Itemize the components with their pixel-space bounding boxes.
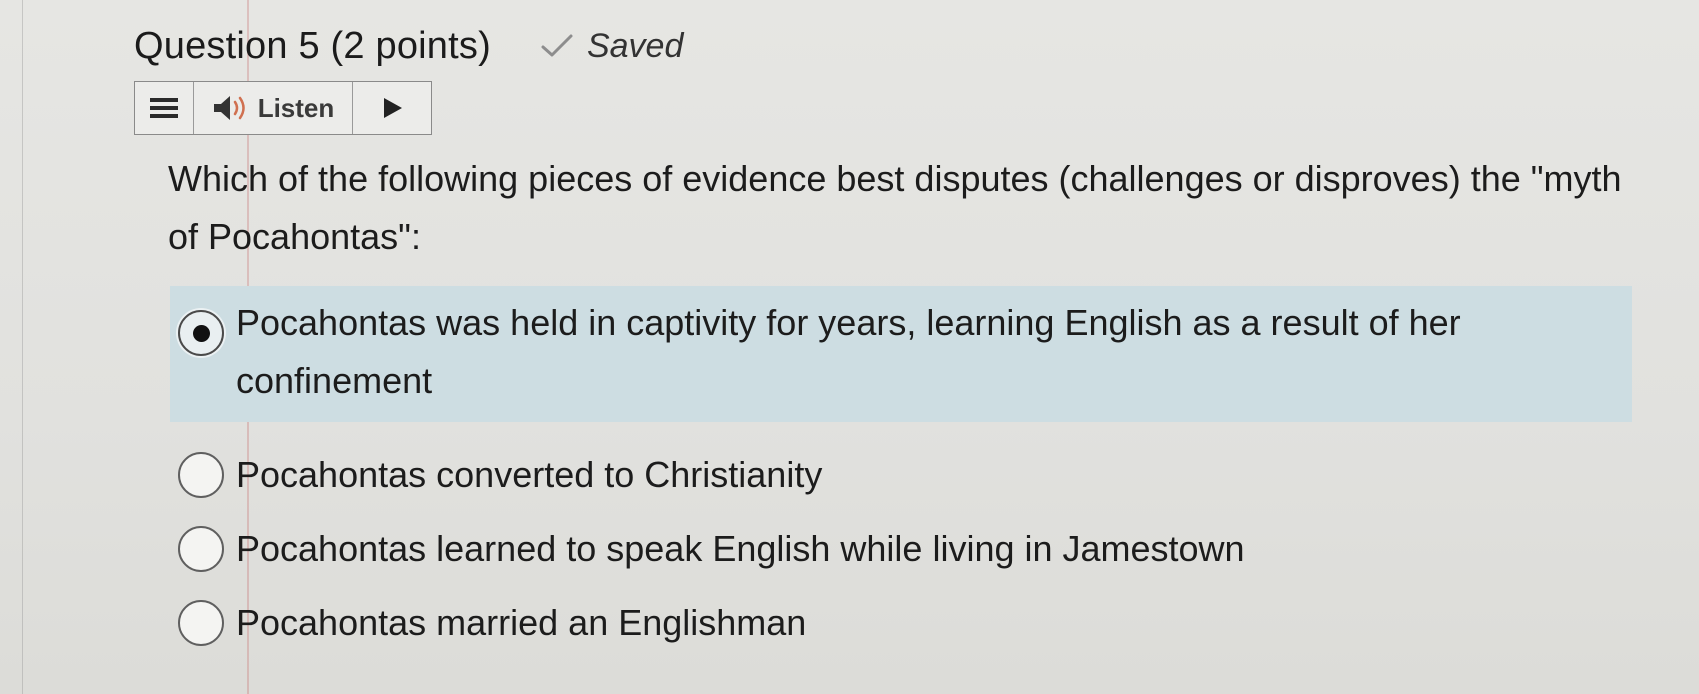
radio-dot [192,324,210,342]
question-title: Question 5 (2 points) [134,24,491,67]
listen-label: Listen [257,92,335,123]
menu-icon [150,98,178,118]
page-left-border [22,0,23,694]
check-icon [541,34,573,57]
listen-button[interactable]: Listen [194,82,353,134]
read-aloud-toolbar: Listen [134,81,432,135]
radio-button-selected[interactable] [178,310,224,356]
radio-button[interactable] [178,526,224,572]
answer-option-4[interactable]: Pocahontas married an Englishman [170,594,1632,652]
radio-button[interactable] [178,452,224,498]
play-button[interactable] [353,82,431,134]
option-label: Pocahontas learned to speak English whil… [236,528,1245,569]
option-label: Pocahontas was held in captivity for yea… [236,302,1461,401]
saved-label: Saved [586,26,684,65]
answer-option-2[interactable]: Pocahontas converted to Christianity [170,446,1632,504]
saved-status: Saved [539,27,683,66]
option-label: Pocahontas married an Englishman [236,602,807,643]
question-prompt: Which of the following pieces of evidenc… [168,158,1622,257]
answer-option-3[interactable]: Pocahontas learned to speak English whil… [170,520,1632,578]
play-icon [384,98,402,118]
answer-option-1[interactable]: Pocahontas was held in captivity for yea… [170,286,1632,422]
speaker-icon [213,96,245,120]
answer-options: Pocahontas was held in captivity for yea… [170,286,1632,652]
option-label: Pocahontas converted to Christianity [236,454,823,495]
radio-button[interactable] [178,600,224,646]
toolbar-menu-button[interactable] [135,82,194,134]
question-header: Question 5 (2 points) Saved [134,18,683,74]
